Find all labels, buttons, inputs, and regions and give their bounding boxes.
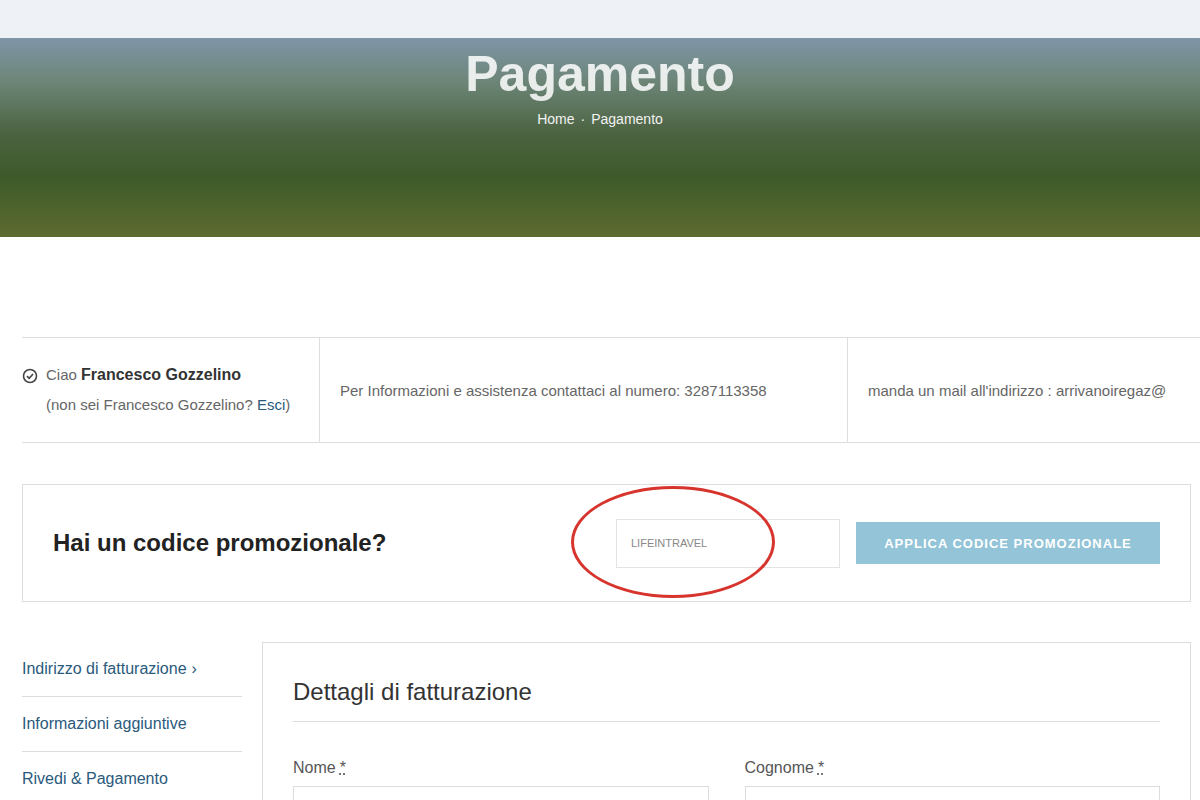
apply-promo-button[interactable]: APPLICA CODICE PROMOZIONALE (856, 522, 1160, 564)
billing-panel: Dettagli di fatturazioneNome*Cognome* (262, 642, 1191, 800)
phone-info: Per Informazioni e assistenza contattaci… (340, 382, 767, 399)
email-cell: manda un mail all'indirizzo : arrivanoir… (847, 338, 1200, 442)
field-label-text: Cognome (745, 759, 814, 776)
billing-field: Nome* (293, 756, 709, 800)
greeting-word: Ciao (46, 366, 77, 383)
info-bar: Ciao Francesco Gozzelino(non sei Frances… (22, 337, 1200, 443)
promo-box: Hai un codice promozionale? APPLICA CODIC… (22, 484, 1191, 602)
promo-code-input[interactable] (616, 519, 840, 568)
field-label: Nome* (293, 756, 709, 780)
not-you-text: (non sei Francesco Gozzelino? (46, 396, 253, 413)
breadcrumb: Home · Pagamento (537, 110, 663, 128)
content: Ciao Francesco Gozzelino(non sei Frances… (0, 237, 1200, 800)
breadcrumb-item: Pagamento (591, 110, 663, 128)
step-item[interactable]: Indirizzo di fatturazione › (22, 642, 242, 697)
billing-field: Cognome* (745, 756, 1161, 800)
checkout-section: Indirizzo di fatturazione › Informazioni a… (0, 642, 1200, 800)
greeting: Ciao Francesco Gozzelino(non sei Frances… (22, 360, 290, 420)
greeting-cell: Ciao Francesco Gozzelino(non sei Frances… (22, 338, 319, 442)
logout-link[interactable]: Esci (257, 396, 285, 413)
hero-banner: Pagamento Home · Pagamento (0, 38, 1200, 237)
greeting-text: Ciao Francesco Gozzelino(non sei Frances… (46, 360, 290, 420)
billing-fields: Nome*Cognome* (293, 756, 1160, 800)
step-label[interactable]: Rivedi & Pagamento (22, 770, 168, 788)
step-arrow: › (192, 660, 197, 678)
required-mark: * (340, 759, 346, 776)
breadcrumb-item[interactable]: Home (537, 110, 574, 128)
field-label: Cognome* (745, 756, 1161, 780)
page-title: Pagamento (465, 44, 735, 104)
promo-question: Hai un codice promozionale? (53, 529, 616, 557)
step-label[interactable]: Informazioni aggiuntive (22, 715, 187, 733)
top-strip (0, 0, 1200, 38)
field-input[interactable] (293, 786, 709, 800)
required-mark: * (818, 759, 824, 776)
check-circle-icon (22, 368, 38, 387)
greeting-line: Ciao Francesco Gozzelino (46, 360, 290, 390)
highlight-ellipse (571, 486, 775, 598)
phone-cell: Per Informazioni e assistenza contattaci… (319, 338, 847, 442)
billing-title: Dettagli di fatturazione (293, 677, 1160, 722)
field-input[interactable] (745, 786, 1161, 800)
step-item[interactable]: Rivedi & Pagamento (22, 752, 242, 800)
step-label[interactable]: Indirizzo di fatturazione (22, 660, 187, 678)
email-info: manda un mail all'indirizzo : arrivanoir… (868, 382, 1166, 399)
user-name: Francesco Gozzelino (81, 366, 241, 383)
breadcrumb-separator: · (581, 110, 586, 128)
step-item[interactable]: Informazioni aggiuntive (22, 697, 242, 752)
checkout-steps: Indirizzo di fatturazione › Informazioni a… (22, 642, 242, 800)
not-you-line: (non sei Francesco Gozzelino? Esci) (46, 390, 290, 420)
field-label-text: Nome (293, 759, 336, 776)
not-you-end: ) (285, 396, 290, 413)
